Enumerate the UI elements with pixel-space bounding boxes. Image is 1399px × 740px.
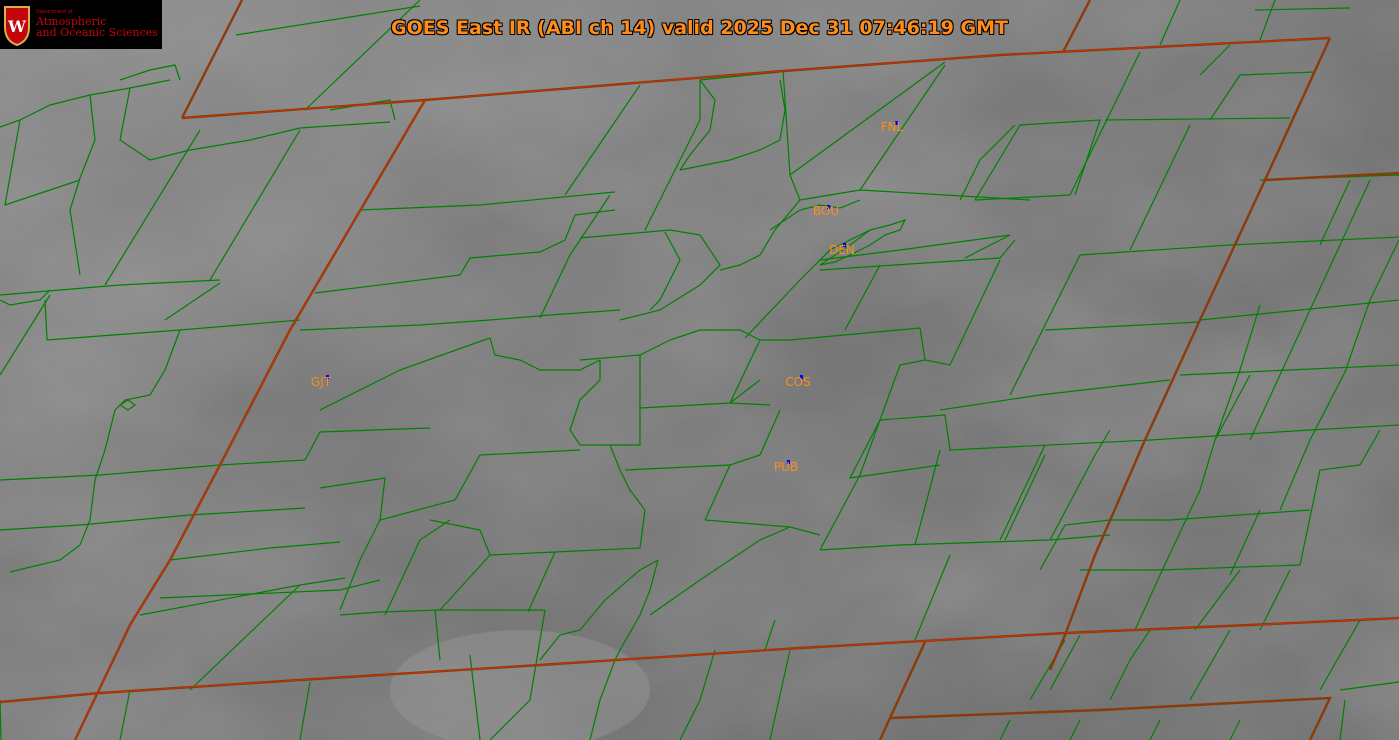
station-label-den: DEN	[829, 243, 855, 257]
station-label-fnl: FNL	[880, 120, 904, 134]
station-label-bou: BOU	[812, 204, 840, 218]
satellite-map	[0, 0, 1399, 740]
station-label-pub: PUB	[773, 460, 799, 474]
image-title: GOES East IR (ABI ch 14) valid 2025 Dec …	[391, 17, 1008, 39]
station-label-gjt: GJT	[310, 375, 332, 389]
station-label-cos: COS	[785, 375, 811, 389]
